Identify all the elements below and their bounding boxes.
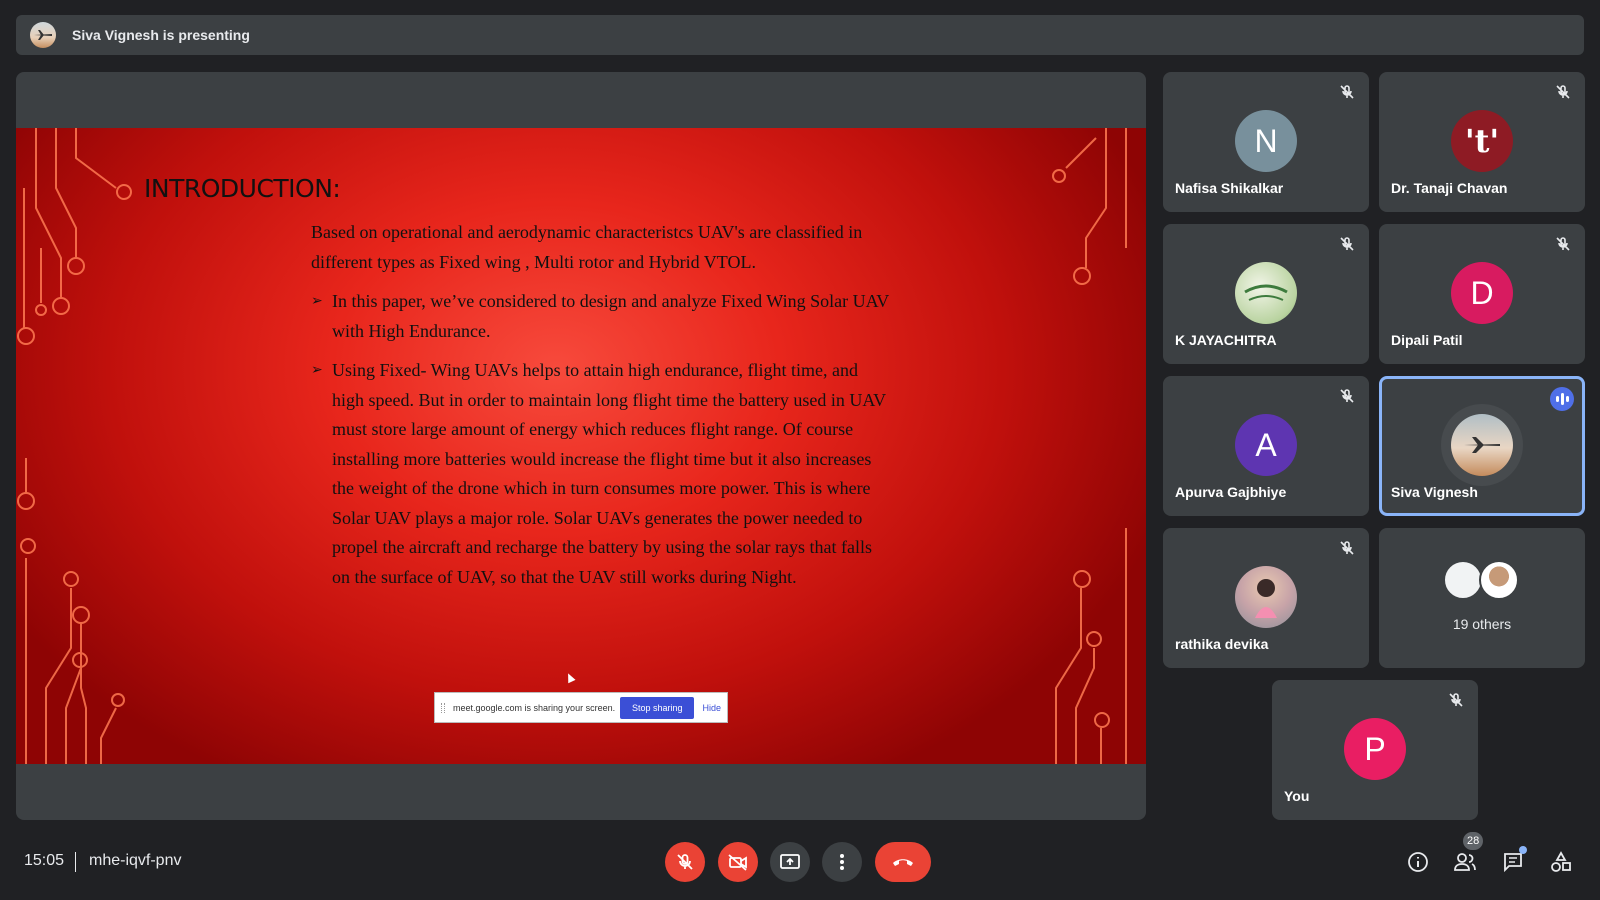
activities-button[interactable]	[1547, 848, 1575, 876]
drag-handle-icon[interactable]	[441, 702, 445, 713]
stop-sharing-button[interactable]: Stop sharing	[619, 696, 695, 719]
presenting-banner: Siva Vignesh is presenting	[16, 15, 1584, 55]
camera-toggle-button[interactable]	[718, 842, 758, 882]
chat-icon	[1504, 853, 1522, 873]
meeting-details-button[interactable]	[1404, 848, 1432, 876]
participant-name: Dipali Patil	[1391, 332, 1463, 348]
hide-notice-button[interactable]: Hide	[702, 703, 721, 713]
slide-body: Based on operational and aerodynamic cha…	[311, 218, 891, 602]
presenting-label: Siva Vignesh is presenting	[72, 27, 250, 43]
arrow-bullet-icon: ➢	[311, 294, 323, 309]
hang-up-icon	[893, 859, 913, 866]
more-vertical-icon	[840, 854, 844, 870]
participant-tile[interactable]: K JAYACHITRA	[1163, 224, 1369, 364]
presenter-avatar	[30, 22, 56, 48]
chat-unread-dot	[1519, 846, 1527, 854]
mic-off-icon	[1340, 85, 1354, 99]
slide-bullet: ➢ In this paper, we’ve considered to des…	[311, 287, 891, 346]
more-options-button[interactable]	[822, 842, 862, 882]
self-tile[interactable]: P You	[1272, 680, 1478, 820]
camera-off-icon	[728, 854, 747, 871]
participant-tile[interactable]: D Dipali Patil	[1379, 224, 1585, 364]
participant-tile-active-speaker[interactable]: Siva Vignesh	[1379, 376, 1585, 516]
participant-avatar: N	[1235, 110, 1297, 172]
participant-name: Dr. Tanaji Chavan	[1391, 180, 1508, 196]
self-avatar: P	[1344, 718, 1406, 780]
participant-tile[interactable]: N Nafisa Shikalkar	[1163, 72, 1369, 212]
leave-call-button[interactable]	[875, 842, 931, 882]
others-tile[interactable]: 19 others	[1379, 528, 1585, 668]
present-screen-icon	[780, 854, 800, 869]
others-avatar	[1479, 560, 1519, 600]
participant-avatar: D	[1451, 262, 1513, 324]
mic-off-icon	[1340, 541, 1354, 555]
share-notice-text: meet.google.com is sharing your screen.	[453, 702, 616, 713]
self-name: You	[1284, 788, 1310, 804]
mic-off-icon	[1449, 693, 1463, 707]
bottom-divider	[75, 852, 76, 872]
presentation-stage: INTRODUCTION: Based on operational and a…	[16, 72, 1146, 820]
slide-title: INTRODUCTION:	[144, 174, 341, 203]
present-screen-button[interactable]	[770, 842, 810, 882]
bullet-text: In this paper, we’ve considered to desig…	[332, 291, 889, 341]
participant-name: Nafisa Shikalkar	[1175, 180, 1284, 196]
participant-avatar	[1451, 414, 1513, 476]
people-count-badge: 28	[1463, 832, 1484, 850]
participant-tile[interactable]: 't' Dr. Tanaji Chavan	[1379, 72, 1585, 212]
meeting-clock: 15:05	[24, 852, 65, 869]
mic-off-icon	[1340, 389, 1354, 403]
people-icon	[1454, 853, 1476, 871]
bullet-text: Using Fixed- Wing UAVs helps to attain h…	[332, 360, 886, 587]
participant-name: Apurva Gajbhiye	[1175, 484, 1287, 500]
participant-avatar: A	[1235, 414, 1297, 476]
mic-off-icon	[1340, 237, 1354, 251]
airplane-icon	[34, 30, 52, 40]
microphone-toggle-button[interactable]	[665, 842, 705, 882]
slide-bullet: ➢ Using Fixed- Wing UAVs helps to attain…	[311, 356, 891, 592]
participant-tile[interactable]: rathika devika	[1163, 528, 1369, 668]
participant-tile[interactable]: A Apurva Gajbhiye	[1163, 376, 1369, 516]
others-count: 19 others	[1452, 616, 1512, 632]
others-avatar	[1443, 560, 1483, 600]
arrow-bullet-icon: ➢	[311, 363, 323, 378]
mic-off-icon	[677, 854, 693, 870]
mic-off-icon	[1556, 85, 1570, 99]
shared-slide: INTRODUCTION: Based on operational and a…	[16, 128, 1146, 764]
activities-icon	[1551, 851, 1571, 872]
photo-avatar-icon	[1244, 284, 1288, 301]
others-avatars	[1443, 560, 1527, 604]
participant-name: K JAYACHITRA	[1175, 332, 1277, 348]
participant-avatar: 't'	[1451, 110, 1513, 172]
airplane-icon	[1464, 437, 1500, 453]
mic-off-icon	[1556, 237, 1570, 251]
participant-name: Siva Vignesh	[1391, 484, 1478, 500]
info-icon	[1408, 852, 1428, 872]
photo-avatar-icon	[1255, 579, 1277, 618]
participant-avatar	[1235, 262, 1297, 324]
slide-paragraph: Based on operational and aerodynamic cha…	[311, 222, 863, 272]
participant-name: rathika devika	[1175, 636, 1269, 652]
participant-avatar	[1235, 566, 1297, 628]
speaking-indicator-icon	[1550, 387, 1574, 411]
people-button[interactable]	[1451, 848, 1479, 876]
meeting-code: mhe-iqvf-pnv	[89, 852, 182, 869]
screen-share-notice: meet.google.com is sharing your screen. …	[434, 692, 728, 723]
